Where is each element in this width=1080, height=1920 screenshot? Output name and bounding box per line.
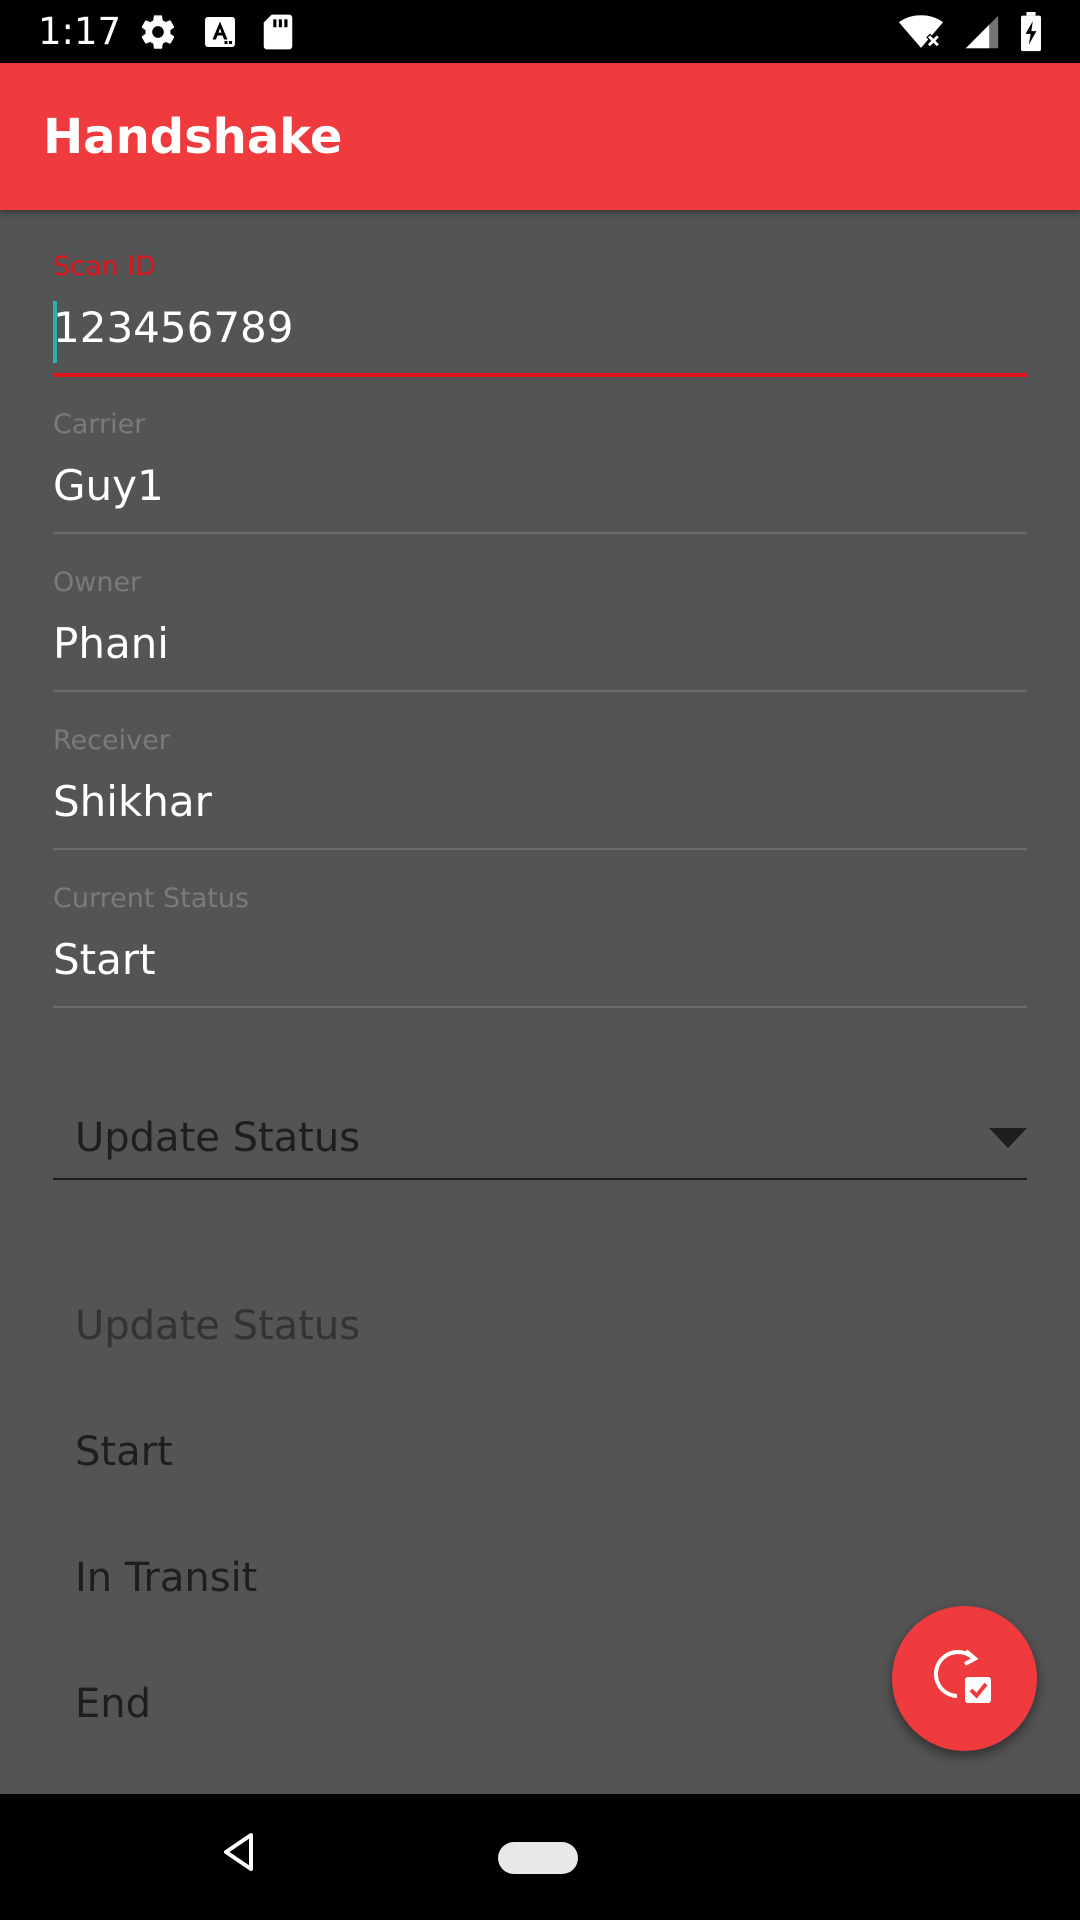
refresh-check-icon bbox=[931, 1643, 999, 1715]
status-left-icons bbox=[138, 12, 294, 52]
update-status-underline bbox=[53, 1178, 1027, 1180]
status-right-icons bbox=[898, 12, 1042, 52]
current-status-label: Current Status bbox=[53, 883, 250, 914]
app-title: Handshake bbox=[43, 109, 343, 165]
receiver-input[interactable]: Shikhar bbox=[53, 774, 212, 830]
status-option-start[interactable]: Start bbox=[53, 1389, 953, 1515]
content: Scan ID 123456789 Carrier Guy1 Owner Pha… bbox=[0, 210, 1080, 1794]
status-time: 1:17 bbox=[38, 10, 122, 53]
battery-charging-icon bbox=[1020, 12, 1042, 52]
update-status-options: Update Status Start In Transit End bbox=[53, 1263, 953, 1767]
current-status-field[interactable]: Current Status Start bbox=[53, 882, 1027, 1012]
owner-input[interactable]: Phani bbox=[53, 616, 169, 672]
receiver-field[interactable]: Receiver Shikhar bbox=[53, 724, 1027, 854]
signal-icon bbox=[964, 14, 1000, 50]
scan-id-label: Scan ID bbox=[53, 251, 156, 282]
back-icon[interactable] bbox=[222, 1832, 256, 1876]
text-a-icon bbox=[202, 14, 238, 50]
receiver-underline bbox=[53, 848, 1027, 850]
scan-id-input[interactable]: 123456789 bbox=[53, 300, 294, 356]
status-option-in-transit[interactable]: In Transit bbox=[53, 1515, 953, 1641]
carrier-label: Carrier bbox=[53, 409, 146, 440]
owner-label: Owner bbox=[53, 567, 142, 598]
scan-id-underline bbox=[53, 373, 1027, 377]
current-status-input[interactable]: Start bbox=[53, 932, 156, 988]
carrier-field[interactable]: Carrier Guy1 bbox=[53, 408, 1027, 538]
app-bar: Handshake bbox=[0, 63, 1080, 210]
update-fab-button[interactable] bbox=[892, 1606, 1037, 1751]
update-status-selected: Update Status bbox=[75, 1115, 361, 1161]
settings-icon bbox=[138, 12, 178, 52]
owner-field[interactable]: Owner Phani bbox=[53, 566, 1027, 696]
scan-id-field[interactable]: Scan ID 123456789 bbox=[53, 250, 1027, 380]
home-icon[interactable] bbox=[498, 1842, 578, 1874]
receiver-label: Receiver bbox=[53, 725, 170, 756]
owner-underline bbox=[53, 690, 1027, 692]
update-status-spinner[interactable]: Update Status bbox=[53, 1068, 1027, 1180]
carrier-underline bbox=[53, 532, 1027, 534]
current-status-underline bbox=[53, 1006, 1027, 1008]
status-option-update-status[interactable]: Update Status bbox=[53, 1263, 953, 1389]
sd-card-icon bbox=[262, 13, 294, 51]
carrier-input[interactable]: Guy1 bbox=[53, 458, 164, 514]
status-option-end[interactable]: End bbox=[53, 1641, 953, 1767]
status-bar: 1:17 bbox=[0, 0, 1080, 63]
wifi-off-icon bbox=[898, 14, 944, 50]
dropdown-arrow-icon bbox=[989, 1128, 1027, 1152]
